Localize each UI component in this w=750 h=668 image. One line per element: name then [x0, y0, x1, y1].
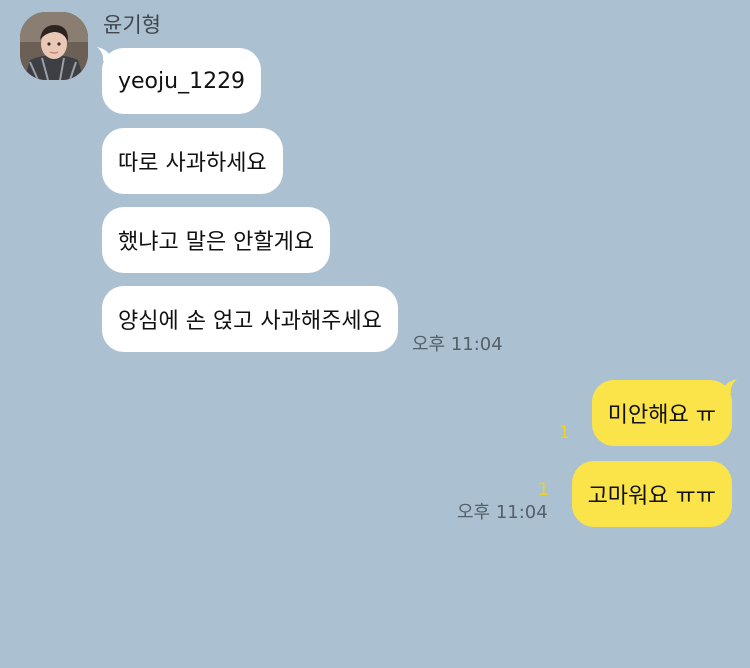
message-text: 고마워요 ㅠㅠ	[587, 484, 716, 509]
message-text: yeoju_1229	[118, 68, 246, 94]
avatar[interactable]	[20, 12, 88, 80]
message-text: 따로 사과하세요	[118, 151, 267, 176]
message-text: 했냐고 말은 안할게요	[118, 230, 315, 255]
incoming-message-bubble[interactable]: yeoju_1229	[102, 48, 262, 114]
message-text: 양심에 손 얹고 사과해주세요	[118, 309, 382, 334]
message-timestamp: 오후 11:04	[457, 502, 548, 523]
message-text: 미안해요 ㅠ	[607, 403, 716, 428]
outgoing-message-bubble[interactable]: 미안해요 ㅠ	[591, 380, 732, 446]
incoming-message-bubble[interactable]: 양심에 손 얹고 사과해주세요	[102, 286, 398, 352]
incoming-message-bubble[interactable]: 따로 사과하세요	[102, 128, 283, 194]
outgoing-message-bubble[interactable]: 고마워요 ㅠㅠ	[571, 461, 732, 527]
unread-count: 1	[538, 480, 549, 500]
unread-count: 1	[559, 423, 570, 443]
incoming-message-bubble[interactable]: 했냐고 말은 안할게요	[102, 207, 331, 273]
message-timestamp: 오후 11:04	[412, 334, 503, 355]
sender-name: 윤기형	[103, 13, 161, 37]
